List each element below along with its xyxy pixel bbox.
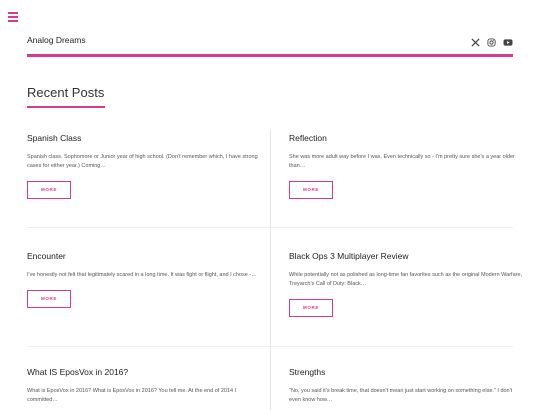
site-title-link[interactable]: Analog Dreams: [27, 35, 86, 45]
post-card: Encounter I've honestly not felt that le…: [27, 251, 262, 308]
x-icon[interactable]: [471, 34, 480, 47]
social-links: [471, 34, 513, 47]
column-divider: [270, 130, 271, 410]
post-card: Reflection She was more adult way before…: [289, 133, 524, 199]
row-divider: [27, 346, 513, 347]
post-title[interactable]: Strengths: [289, 367, 524, 378]
post-excerpt: Spanish class. Sophomore or Junior year …: [27, 154, 258, 169]
menu-toggle-icon[interactable]: [8, 12, 18, 22]
more-button[interactable]: MORE: [27, 181, 71, 199]
menu-bar: [8, 12, 18, 14]
section-title: Recent Posts: [27, 85, 105, 100]
youtube-icon[interactable]: [503, 34, 513, 46]
post-card: Strengths "No, you said it's break time,…: [289, 367, 524, 405]
menu-bar: [8, 16, 18, 18]
post-title[interactable]: Encounter: [27, 251, 262, 262]
section-title-underline: [27, 106, 105, 108]
menu-bar: [8, 20, 18, 22]
post-excerpt: While potentially not as polished as lon…: [289, 272, 523, 287]
post-card: Spanish Class Spanish class. Sophomore o…: [27, 133, 262, 199]
instagram-icon[interactable]: [487, 34, 496, 47]
row-divider: [27, 227, 513, 228]
header-divider: [27, 54, 513, 57]
more-button[interactable]: MORE: [27, 290, 71, 308]
post-title[interactable]: Spanish Class: [27, 133, 262, 144]
post-excerpt: What is EposVox in 2016? What is EposVox…: [27, 388, 237, 403]
posts-grid: Spanish Class Spanish class. Sophomore o…: [27, 118, 522, 410]
more-button[interactable]: MORE: [289, 299, 333, 317]
post-card: Black Ops 3 Multiplayer Review While pot…: [289, 251, 524, 317]
post-title[interactable]: Black Ops 3 Multiplayer Review: [289, 251, 524, 262]
post-excerpt: I've honestly not felt that legitimately…: [27, 272, 257, 278]
more-button[interactable]: MORE: [289, 181, 333, 199]
post-card: What IS EposVox in 2016? What is EposVox…: [27, 367, 262, 405]
post-title[interactable]: What IS EposVox in 2016?: [27, 367, 262, 378]
post-excerpt: "No, you said it's break time, that does…: [289, 388, 513, 403]
post-title[interactable]: Reflection: [289, 133, 524, 144]
post-excerpt: She was more adult way before I was. Eve…: [289, 154, 515, 169]
